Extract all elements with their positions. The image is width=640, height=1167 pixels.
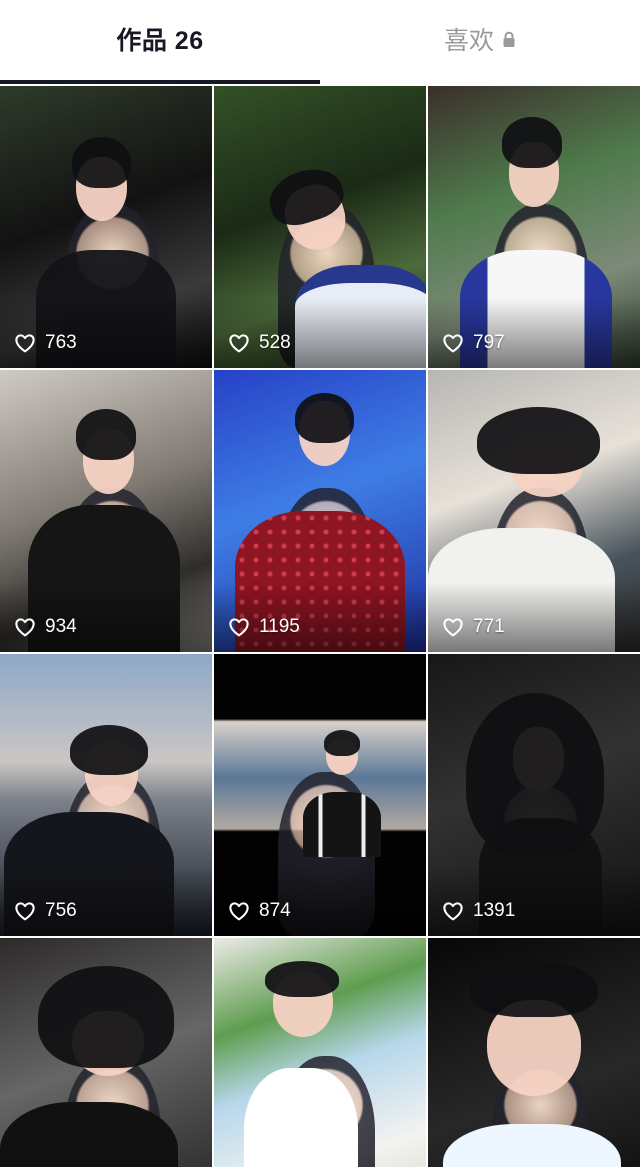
like-count: 771 bbox=[473, 616, 505, 637]
video-thumbnail bbox=[214, 370, 426, 652]
video-thumbnail bbox=[428, 370, 640, 652]
like-count: 528 bbox=[259, 332, 291, 353]
tab-works[interactable]: 作品 26 bbox=[0, 0, 320, 86]
profile-video-grid-screen: 作品 26 喜欢 763 528 797 934 1195 771 756 87… bbox=[0, 0, 640, 1167]
video-tile[interactable] bbox=[0, 938, 212, 1167]
like-count: 763 bbox=[45, 332, 77, 353]
like-count-overlay: 1391 bbox=[442, 900, 515, 922]
heart-outline-icon bbox=[229, 902, 249, 921]
profile-tabs: 作品 26 喜欢 bbox=[0, 0, 640, 86]
video-thumbnail bbox=[214, 86, 426, 368]
video-tile[interactable]: 934 bbox=[0, 370, 212, 652]
video-tile[interactable] bbox=[214, 938, 426, 1167]
hair bbox=[470, 960, 598, 1017]
like-count: 1391 bbox=[473, 900, 516, 921]
hair bbox=[324, 730, 361, 756]
likes-tab-label: 喜欢 bbox=[443, 27, 494, 55]
hair bbox=[294, 392, 354, 444]
hair bbox=[76, 409, 136, 461]
video-tile[interactable]: 1391 bbox=[428, 654, 640, 936]
hair bbox=[264, 960, 340, 998]
like-count: 797 bbox=[473, 332, 505, 353]
hair bbox=[72, 136, 132, 188]
like-count-overlay: 797 bbox=[442, 332, 505, 354]
video-thumbnail bbox=[0, 370, 212, 652]
heart-outline-icon bbox=[15, 334, 35, 353]
heart-outline-icon bbox=[229, 334, 249, 353]
video-thumbnail bbox=[428, 86, 640, 368]
video-tile[interactable]: 756 bbox=[0, 654, 212, 936]
like-count-overlay: 528 bbox=[228, 332, 291, 354]
video-thumbnail bbox=[428, 938, 640, 1167]
like-count: 874 bbox=[259, 900, 291, 921]
video-tile[interactable]: 771 bbox=[428, 370, 640, 652]
video-thumbnail bbox=[214, 654, 426, 936]
like-count-overlay: 1195 bbox=[228, 616, 300, 638]
video-thumbnail bbox=[0, 938, 212, 1167]
like-count-overlay: 771 bbox=[442, 616, 505, 638]
lock-icon bbox=[503, 31, 515, 47]
hair bbox=[69, 724, 149, 776]
active-tab-underline bbox=[0, 80, 320, 84]
video-grid: 763 528 797 934 1195 771 756 874 1391 bbox=[0, 86, 640, 1167]
like-count-overlay: 934 bbox=[14, 616, 77, 638]
video-tile[interactable]: 797 bbox=[428, 86, 640, 368]
heart-outline-icon bbox=[443, 618, 463, 637]
like-count: 756 bbox=[45, 900, 77, 921]
video-thumbnail bbox=[428, 654, 640, 936]
video-tile[interactable]: 528 bbox=[214, 86, 426, 368]
likes-tab-label-wrapper: 喜欢 bbox=[444, 21, 516, 57]
video-thumbnail bbox=[0, 654, 212, 936]
hair bbox=[466, 693, 604, 858]
outfit bbox=[303, 792, 382, 858]
tab-likes[interactable]: 喜欢 bbox=[320, 0, 640, 86]
like-count-overlay: 756 bbox=[14, 900, 77, 922]
video-tile[interactable]: 874 bbox=[214, 654, 426, 936]
video-thumbnail bbox=[214, 938, 426, 1167]
like-count: 934 bbox=[45, 616, 77, 637]
like-count: 1195 bbox=[259, 616, 300, 637]
video-tile[interactable] bbox=[428, 938, 640, 1167]
like-count-overlay: 874 bbox=[228, 900, 291, 922]
heart-outline-icon bbox=[443, 902, 463, 921]
outfit bbox=[442, 1124, 621, 1167]
heart-outline-icon bbox=[229, 618, 249, 637]
video-thumbnail bbox=[0, 86, 212, 368]
video-tile[interactable]: 1195 bbox=[214, 370, 426, 652]
works-tab-label-wrapper: 作品 26 bbox=[116, 21, 203, 57]
works-tab-label: 作品 26 bbox=[116, 27, 204, 55]
hair bbox=[502, 117, 562, 168]
heart-outline-icon bbox=[15, 618, 35, 637]
outfit bbox=[243, 1067, 359, 1167]
outfit bbox=[294, 265, 426, 368]
heart-outline-icon bbox=[15, 902, 35, 921]
hair bbox=[476, 406, 600, 475]
heart-outline-icon bbox=[443, 334, 463, 353]
like-count-overlay: 763 bbox=[14, 332, 77, 354]
hair bbox=[38, 966, 174, 1068]
video-tile[interactable]: 763 bbox=[0, 86, 212, 368]
